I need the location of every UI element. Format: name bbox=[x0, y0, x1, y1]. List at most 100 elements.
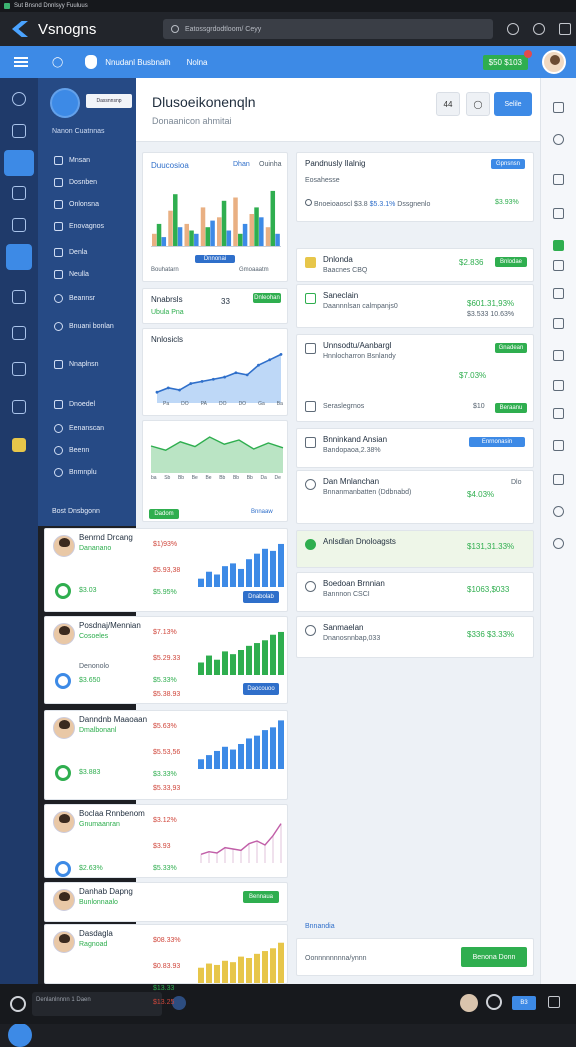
info-icon[interactable] bbox=[553, 440, 564, 451]
share-icon[interactable] bbox=[553, 506, 564, 517]
nav-item[interactable]: Neulla bbox=[54, 268, 89, 280]
nav-item[interactable]: Enovagnos bbox=[54, 220, 104, 232]
stats-value: Dssgnenlo bbox=[397, 201, 431, 208]
list-button[interactable]: Enrnonasin bbox=[469, 437, 525, 447]
x-tick-label: Ga bbox=[258, 401, 265, 407]
bell-icon[interactable] bbox=[553, 408, 564, 419]
nav-item[interactable]: Mnsan bbox=[54, 154, 90, 166]
grid-icon[interactable] bbox=[548, 996, 560, 1008]
list-icon[interactable] bbox=[553, 318, 564, 329]
help-icon[interactable] bbox=[533, 23, 545, 35]
back-icon[interactable]: ◯ bbox=[52, 57, 63, 68]
nav-footer[interactable]: Bost Dnsbgonn bbox=[52, 508, 100, 515]
nav-item[interactable]: Dnoedel bbox=[54, 398, 95, 410]
settings-icon[interactable] bbox=[553, 538, 564, 549]
nav-item-label: Denla bbox=[69, 248, 88, 256]
folder-icon[interactable] bbox=[12, 438, 26, 452]
support-icon[interactable] bbox=[8, 1023, 32, 1047]
nav-item-icon bbox=[54, 199, 63, 209]
chart-link[interactable]: Bnnaaw bbox=[251, 509, 273, 515]
profile-button[interactable]: Dnabolab bbox=[243, 591, 279, 603]
nav-item-icon bbox=[54, 423, 63, 433]
close-icon[interactable] bbox=[559, 23, 571, 35]
primary-button[interactable]: Selile bbox=[494, 92, 532, 116]
avatar[interactable] bbox=[460, 994, 478, 1012]
stats-button[interactable]: Gpnsnsn bbox=[491, 159, 525, 169]
org-name[interactable]: Nnudanl Busbnalh bbox=[105, 58, 170, 67]
list-item[interactable]: Saneclain Daannnlsan calmpanjs0 $601.31,93… bbox=[296, 284, 534, 328]
bottom-card-button[interactable]: Benona Donn bbox=[461, 947, 527, 967]
user-avatar[interactable] bbox=[542, 50, 566, 74]
nav-item[interactable]: Bnuani bonlan bbox=[54, 320, 114, 332]
nav-item[interactable]: Denla bbox=[54, 246, 87, 258]
nav-item[interactable]: Onlonsna bbox=[54, 198, 99, 210]
summary-button[interactable]: Dnleohan bbox=[253, 293, 281, 303]
nav-item[interactable]: Nnaplnsn bbox=[54, 358, 99, 370]
calendar-icon[interactable] bbox=[553, 380, 564, 391]
list-value: $1063,$033 bbox=[467, 585, 510, 594]
document-icon[interactable] bbox=[12, 326, 26, 340]
toolbar-button[interactable]: 44 bbox=[436, 92, 460, 116]
list-item[interactable]: Anlsdlan Dnoloagsts $131,31.33% bbox=[296, 530, 534, 568]
edit-icon[interactable] bbox=[12, 218, 26, 232]
search-icon[interactable] bbox=[12, 124, 26, 138]
monitor-icon[interactable] bbox=[6, 244, 32, 270]
list-button[interactable]: Gnadean bbox=[495, 343, 527, 353]
chart-icon[interactable] bbox=[553, 350, 564, 361]
search-input[interactable]: Eatossgrdodtloom/ Ceyy bbox=[163, 19, 493, 39]
nav-switch[interactable]: Dassnnsnp bbox=[50, 88, 134, 118]
shield-icon bbox=[85, 55, 98, 69]
link-icon[interactable] bbox=[553, 208, 564, 219]
globe-icon[interactable] bbox=[12, 92, 26, 106]
chart-icon[interactable] bbox=[12, 400, 26, 414]
profile-button[interactable]: Daocouoo bbox=[243, 683, 279, 695]
org-sub[interactable]: Nolna bbox=[187, 58, 208, 67]
clock-icon[interactable] bbox=[486, 994, 502, 1010]
list-item[interactable]: Unnsodtu/Aanbargl Hnnlocharron Bsnlandy $7… bbox=[296, 334, 534, 422]
tag-icon[interactable] bbox=[553, 174, 564, 185]
avatar[interactable] bbox=[53, 889, 75, 911]
list-item[interactable]: Boedoan Brnnian Bannnon CSCI $1063,$033 bbox=[296, 572, 534, 612]
list-button[interactable]: Beraanu bbox=[495, 403, 527, 413]
list-icon[interactable] bbox=[12, 362, 26, 376]
chart-bar bbox=[270, 634, 276, 675]
grid-icon[interactable] bbox=[12, 290, 26, 304]
taskbar-badge[interactable]: B3 bbox=[512, 996, 536, 1010]
grid-icon[interactable] bbox=[553, 288, 564, 299]
chart-footer: Gmoaaatm bbox=[239, 267, 269, 273]
start-icon[interactable] bbox=[10, 996, 26, 1012]
avatar[interactable] bbox=[53, 535, 75, 557]
toolbar-button[interactable]: ◯ bbox=[466, 92, 490, 116]
filter-icon[interactable] bbox=[553, 260, 564, 271]
profile-button[interactable]: Bennaua bbox=[243, 891, 279, 903]
list-item[interactable]: Bnninkand Ansian Bandopaoa,2.38% Enrnonasi… bbox=[296, 428, 534, 468]
clock-icon[interactable] bbox=[553, 134, 564, 145]
nav-item[interactable]: Eenanscan bbox=[54, 422, 104, 434]
grid-icon[interactable] bbox=[553, 474, 564, 485]
avatar[interactable] bbox=[53, 717, 75, 739]
nav-item[interactable]: Dosnben bbox=[54, 176, 97, 188]
list-item[interactable]: Dnlonda Baacnes CBQ $2.836 Bnlodae bbox=[296, 248, 534, 282]
settings-icon[interactable] bbox=[507, 23, 519, 35]
list-item[interactable]: Sanmaelan Dnanosnnbap,033 $336 $3.33% bbox=[296, 616, 534, 658]
status-icon[interactable] bbox=[553, 240, 564, 251]
avatar[interactable] bbox=[53, 811, 75, 833]
nav-item[interactable]: Bnmnplu bbox=[54, 466, 97, 478]
area-chart bbox=[155, 353, 283, 403]
refresh-icon[interactable] bbox=[553, 102, 564, 113]
avatar[interactable] bbox=[53, 931, 75, 953]
nav-item[interactable]: Beenn bbox=[54, 444, 89, 456]
chart-button[interactable]: Dnnonai bbox=[195, 255, 235, 263]
checkbox-icon[interactable] bbox=[305, 401, 316, 412]
menu-icon[interactable] bbox=[14, 57, 28, 67]
nav-item[interactable]: Beannsr bbox=[54, 292, 95, 304]
trend-icon[interactable] bbox=[4, 150, 34, 176]
chart-button[interactable]: Dadom bbox=[149, 509, 179, 519]
balance-badge[interactable]: $50 $103 bbox=[482, 49, 532, 70]
list-item[interactable]: Dan Mnlanchan Bnnanmanbatten (Ddbnabd) $4.… bbox=[296, 470, 534, 524]
list-button[interactable]: Bnlodae bbox=[495, 257, 527, 267]
chat-icon[interactable] bbox=[12, 186, 26, 200]
taskbar-search[interactable]: Denlanlnnnn 1 Daen bbox=[32, 992, 162, 1016]
profile-name: Posdnaj/Mennian bbox=[79, 621, 141, 630]
avatar[interactable] bbox=[53, 623, 75, 645]
